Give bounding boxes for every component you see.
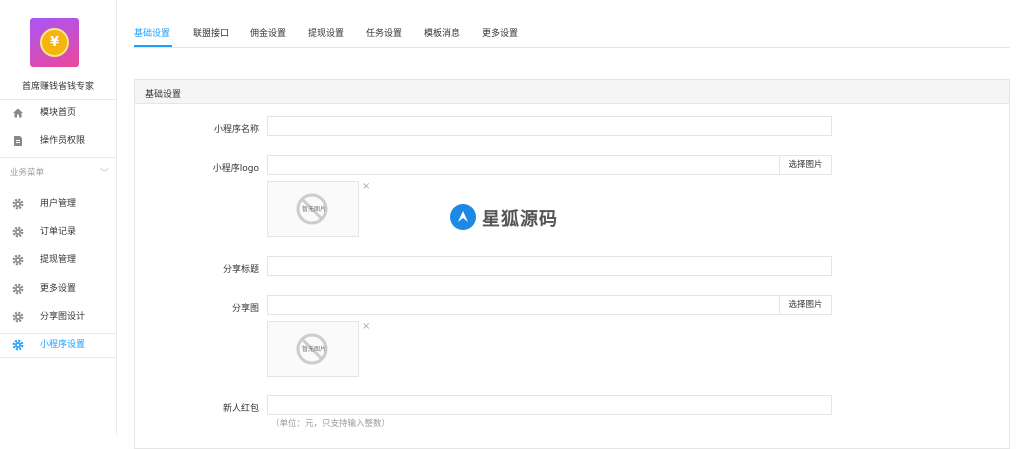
sidebar-item-label: 订单记录 [40, 227, 77, 237]
logo-thumbnail: 暂无图片 [267, 181, 359, 237]
sidebar-section-label: 业务菜单 [10, 168, 45, 178]
tab-commission-settings[interactable]: 佣金设置 [250, 26, 286, 39]
divider [0, 157, 116, 158]
chevron-down-icon[interactable]: ﹀ [100, 166, 109, 179]
gear-icon [12, 339, 24, 351]
mini-name-label: 小程序名称 [213, 125, 259, 135]
sidebar-item-label: 提现管理 [40, 255, 77, 265]
mini-logo-input[interactable] [267, 155, 780, 175]
remove-share-image-close-icon[interactable]: × [362, 321, 370, 332]
tab-more-settings[interactable]: 更多设置 [482, 26, 518, 39]
tab-template-messages[interactable]: 模板消息 [424, 26, 460, 39]
gear-icon [12, 198, 24, 210]
sidebar-item-label: 分享图设计 [40, 312, 86, 322]
no-image-text: 暂无图片 [301, 346, 326, 353]
tab-withdraw-settings[interactable]: 提现设置 [308, 26, 344, 39]
sidebar-item-miniprogram-settings[interactable]: 小程序设置 [0, 334, 116, 356]
new-redpack-input[interactable] [267, 395, 832, 415]
sidebar-item-home[interactable]: 模块首页 [0, 102, 116, 124]
mini-name-input[interactable] [267, 116, 832, 136]
app-name: 首席赚钱省钱专家 [21, 82, 94, 92]
tab-bar: 基础设置 联盟接口 佣金设置 提现设置 任务设置 模板消息 更多设置 [134, 20, 1010, 48]
gear-icon [12, 283, 24, 295]
document-icon [14, 136, 22, 146]
panel-header: 基础设置 [135, 80, 1009, 104]
remove-logo-close-icon[interactable]: × [362, 181, 370, 192]
app-logo: ¥ [30, 18, 79, 67]
no-image-text: 暂无图片 [301, 206, 326, 213]
panel-title: 基础设置 [145, 90, 182, 100]
sidebar-item-order-records[interactable]: 订单记录 [0, 221, 116, 243]
sidebar-item-more-settings[interactable]: 更多设置 [0, 278, 116, 300]
divider [0, 99, 116, 100]
sidebar-item-label: 用户管理 [40, 199, 77, 209]
active-tab-indicator [134, 45, 172, 47]
sidebar-item-label: 操作员权限 [40, 136, 86, 146]
coin-icon: ¥ [40, 28, 69, 57]
share-title-label: 分享标题 [222, 265, 259, 275]
gear-icon [12, 311, 24, 323]
gear-icon [12, 254, 24, 266]
share-title-input[interactable] [267, 256, 832, 276]
tab-task-settings[interactable]: 任务设置 [366, 26, 402, 39]
select-logo-image-button[interactable]: 选择图片 [779, 155, 832, 175]
gear-icon [12, 226, 24, 238]
sidebar-item-operator-permissions[interactable]: 操作员权限 [0, 130, 116, 152]
tab-union-api[interactable]: 联盟接口 [193, 26, 229, 39]
share-image-input[interactable] [267, 295, 780, 315]
select-share-image-button[interactable]: 选择图片 [779, 295, 832, 315]
sidebar-item-withdraw-management[interactable]: 提现管理 [0, 249, 116, 271]
sidebar-item-user-management[interactable]: 用户管理 [0, 193, 116, 215]
sidebar-item-label: 小程序设置 [40, 340, 86, 350]
sidebar-item-share-image-design[interactable]: 分享图设计 [0, 306, 116, 328]
home-icon [13, 108, 23, 118]
mini-logo-label: 小程序logo [212, 164, 259, 174]
watermark-logo-icon [450, 204, 476, 230]
tab-basic-settings[interactable]: 基础设置 [134, 26, 170, 39]
new-redpack-help-text: （单位：元，只支持输入整数） [271, 419, 391, 429]
settings-panel: 基础设置 小程序名称 小程序logo 选择图片 暂无图片 × 分享标题 分享图 … [134, 79, 1010, 449]
share-image-thumbnail: 暂无图片 [267, 321, 359, 377]
watermark: 星狐源码 [450, 204, 590, 232]
sidebar-item-label: 更多设置 [40, 284, 77, 294]
sidebar-item-label: 模块首页 [40, 108, 77, 118]
watermark-text: 星狐源码 [482, 209, 558, 230]
sidebar: ¥ 首席赚钱省钱专家 模块首页 操作员权限 业务菜单 ﹀ 用户管理 订单记录 提… [0, 0, 117, 435]
share-image-label: 分享图 [231, 304, 259, 314]
new-redpack-label: 新人红包 [222, 404, 259, 414]
